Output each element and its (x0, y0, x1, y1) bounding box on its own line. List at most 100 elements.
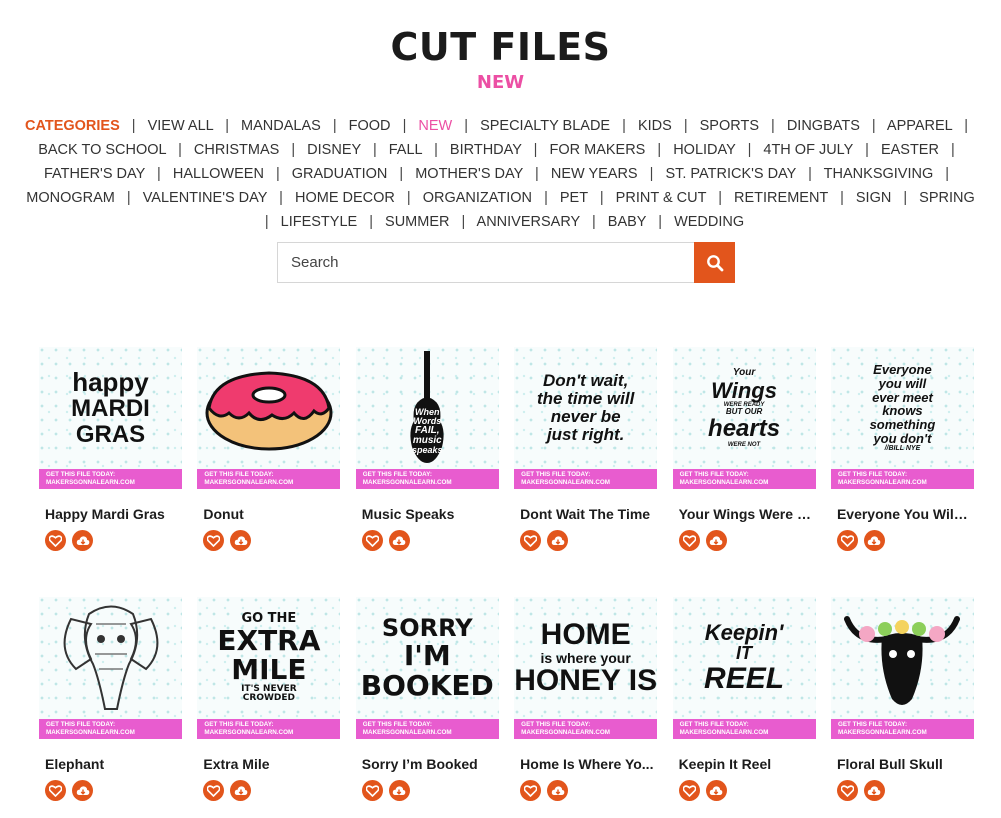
product-title[interactable]: Sorry I’m Booked (362, 756, 496, 772)
category-link[interactable]: DINGBATS (787, 118, 860, 134)
favorite-button[interactable] (520, 530, 542, 551)
category-link[interactable]: SIGN (856, 190, 891, 206)
favorite-button[interactable] (678, 780, 700, 801)
category-link[interactable]: ANNIVERSARY (477, 214, 580, 230)
favorite-button[interactable] (520, 780, 542, 801)
product-thumbnail[interactable]: Your Wings WERE READY BUT OUR hearts WERE NOT… (672, 347, 816, 489)
category-link[interactable]: APPAREL (887, 118, 952, 134)
product-card[interactable]: Your Wings WERE READY BUT OUR hearts WERE NOT… (672, 347, 816, 551)
download-button[interactable] (705, 530, 727, 551)
product-card[interactable]: GET THIS FILE TODAY: MAKERSGONNALEARN.COM… (39, 597, 182, 801)
category-link[interactable]: EASTER (881, 142, 939, 158)
product-title[interactable]: Everyone You Will ... (837, 506, 971, 522)
download-button[interactable] (547, 530, 569, 551)
product-card[interactable]: GO THE EXTRA MILE IT'S NEVER CROWDED GET THIS… (197, 597, 341, 801)
product-thumbnail[interactable]: SORRY I'M BOOKED GET THIS FILE TODAY: MAKER… (355, 597, 499, 739)
product-thumbnail[interactable]: Everyone you will ever meet knows something y… (830, 347, 974, 489)
category-link[interactable]: MANDALAS (241, 118, 321, 134)
product-card[interactable]: SORRY I'M BOOKED GET THIS FILE TODAY: MAKER… (355, 597, 499, 801)
category-link[interactable]: MONOGRAM (26, 190, 115, 206)
product-title[interactable]: Keepin It Reel (679, 756, 813, 772)
product-card[interactable]: happy MARDI GRAS GET THIS FILE TODAY: MAKERS… (39, 347, 182, 551)
download-button[interactable] (388, 780, 410, 801)
favorite-button[interactable] (836, 780, 858, 801)
category-link[interactable]: KIDS (638, 118, 672, 134)
category-link[interactable]: BABY (608, 214, 646, 230)
category-link[interactable]: FOR MAKERS (549, 142, 645, 158)
category-link[interactable]: SUMMER (385, 214, 449, 230)
category-link[interactable]: CHRISTMAS (194, 142, 279, 158)
product-thumbnail[interactable]: GET THIS FILE TODAY: MAKERSGONNALEARN.COM (830, 597, 974, 739)
category-link[interactable]: ORGANIZATION (423, 190, 532, 206)
product-card[interactable]: GET THIS FILE TODAY: MAKERSGONNALEARN.COM… (197, 347, 341, 551)
category-link[interactable]: MOTHER'S DAY (415, 166, 523, 182)
category-link[interactable]: GRADUATION (292, 166, 388, 182)
download-button[interactable] (547, 780, 569, 801)
product-thumbnail[interactable]: happy MARDI GRAS GET THIS FILE TODAY: MAKERS… (39, 347, 182, 489)
category-link[interactable]: SPORTS (700, 118, 759, 134)
category-link[interactable]: SPECIALTY BLADE (480, 118, 610, 134)
download-button[interactable] (388, 530, 410, 551)
product-title[interactable]: Elephant (45, 756, 179, 772)
category-link[interactable]: NEW (418, 118, 452, 134)
favorite-button[interactable] (203, 780, 225, 801)
download-button[interactable] (230, 530, 252, 551)
category-link[interactable]: PET (560, 190, 588, 206)
category-link[interactable]: THANKSGIVING (824, 166, 934, 182)
category-link[interactable]: DISNEY (307, 142, 361, 158)
category-link[interactable]: FATHER'S DAY (44, 166, 145, 182)
product-card[interactable]: GET THIS FILE TODAY: MAKERSGONNALEARN.COM… (830, 597, 974, 801)
favorite-button[interactable] (45, 530, 66, 551)
product-card[interactable]: Don't wait, the time will never be just rig… (514, 347, 658, 551)
product-card[interactable]: Everyone you will ever meet knows something y… (830, 347, 974, 551)
product-card[interactable]: Keepin' IT REEL GET THIS FILE TODAY: MAKERSG… (672, 597, 816, 801)
product-title[interactable]: Dont Wait The Time (520, 506, 654, 522)
product-card[interactable]: When Words FAIL, music speaks GET THIS FILE T… (355, 347, 499, 551)
download-button[interactable] (72, 780, 93, 801)
product-title[interactable]: Donut (203, 506, 337, 522)
favorite-button[interactable] (45, 780, 66, 801)
category-link[interactable]: BIRTHDAY (450, 142, 522, 158)
product-title[interactable]: Home Is Where Yo... (520, 756, 654, 772)
favorite-button[interactable] (361, 780, 383, 801)
product-title[interactable]: Extra Mile (203, 756, 337, 772)
category-link[interactable]: BACK TO SCHOOL (38, 142, 166, 158)
category-link[interactable]: FALL (389, 142, 422, 158)
category-link[interactable]: NEW YEARS (551, 166, 638, 182)
favorite-button[interactable] (836, 530, 858, 551)
category-link[interactable]: VALENTINE'S DAY (143, 190, 267, 206)
category-link[interactable]: HOME DECOR (295, 190, 395, 206)
product-title[interactable]: Floral Bull Skull (837, 756, 971, 772)
search-button[interactable] (694, 242, 735, 283)
download-button[interactable] (705, 780, 727, 801)
category-link[interactable]: HOLIDAY (673, 142, 735, 158)
category-link[interactable]: PRINT & CUT (616, 190, 707, 206)
product-thumbnail[interactable]: Don't wait, the time will never be just rig… (514, 347, 658, 489)
product-title[interactable]: Happy Mardi Gras (45, 506, 179, 522)
category-link[interactable]: HALLOWEEN (173, 166, 264, 182)
product-title[interactable]: Music Speaks (362, 506, 496, 522)
category-link[interactable]: RETIREMENT (734, 190, 828, 206)
product-title[interactable]: Your Wings Were R... (679, 506, 813, 522)
product-thumbnail[interactable]: GET THIS FILE TODAY: MAKERSGONNALEARN.COM (197, 347, 341, 489)
category-link[interactable]: ST. PATRICK'S DAY (665, 166, 796, 182)
category-link[interactable]: FOOD (349, 118, 391, 134)
product-card[interactable]: HOME is where your HONEY IS GET THIS FILE T… (514, 597, 658, 801)
product-thumbnail[interactable]: Keepin' IT REEL GET THIS FILE TODAY: MAKERSG… (672, 597, 816, 739)
favorite-button[interactable] (203, 530, 225, 551)
category-link[interactable]: 4TH OF JULY (763, 142, 853, 158)
favorite-button[interactable] (678, 530, 700, 551)
category-link[interactable]: SPRING (919, 190, 975, 206)
category-link[interactable]: VIEW ALL (148, 118, 214, 134)
favorite-button[interactable] (361, 530, 383, 551)
download-button[interactable] (863, 530, 885, 551)
product-thumbnail[interactable]: GET THIS FILE TODAY: MAKERSGONNALEARN.COM (39, 597, 182, 739)
category-link[interactable]: LIFESTYLE (281, 214, 358, 230)
product-thumbnail[interactable]: HOME is where your HONEY IS GET THIS FILE T… (514, 597, 658, 739)
download-button[interactable] (72, 530, 93, 551)
product-thumbnail[interactable]: GO THE EXTRA MILE IT'S NEVER CROWDED GET THIS… (197, 597, 341, 739)
download-button[interactable] (863, 780, 885, 801)
category-link[interactable]: WEDDING (674, 214, 744, 230)
product-thumbnail[interactable]: When Words FAIL, music speaks GET THIS FILE T… (355, 347, 499, 489)
download-button[interactable] (230, 780, 252, 801)
